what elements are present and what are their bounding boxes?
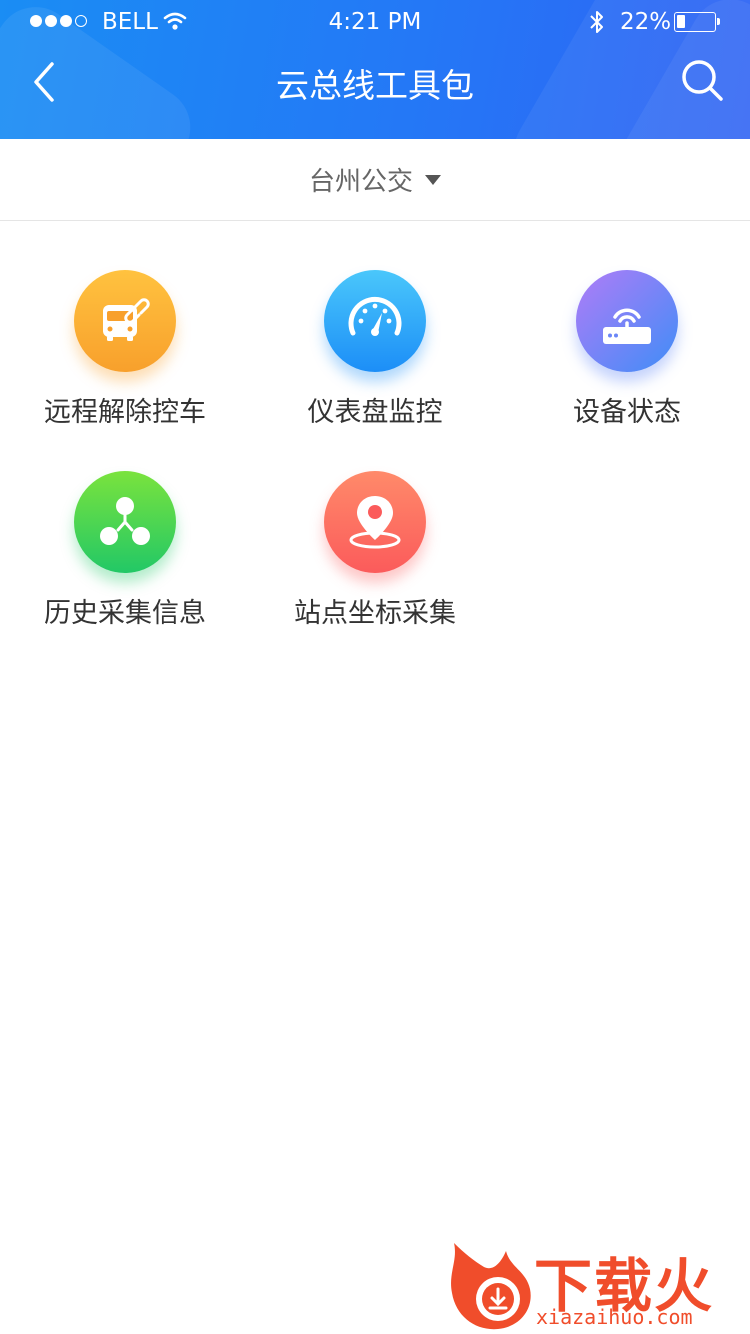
tool-history-collection[interactable]: 历史采集信息 — [0, 471, 250, 671]
speedometer-icon — [324, 270, 426, 372]
app-header: BELL 4:21 PM 22% 云总线工具包 — [0, 0, 750, 139]
tool-label: 仪表盘监控 — [307, 397, 443, 428]
company-selector-value: 台州公交 — [308, 167, 413, 197]
flame-logo-icon — [451, 1243, 531, 1330]
tool-label: 站点坐标采集 — [294, 598, 456, 629]
status-bar: BELL 4:21 PM 22% — [0, 0, 750, 44]
tool-label: 历史采集信息 — [44, 598, 206, 629]
tool-label: 远程解除控车 — [44, 397, 206, 428]
router-icon — [576, 270, 678, 372]
tool-device-status[interactable]: 设备状态 — [502, 270, 750, 470]
page-title: 云总线工具包 — [276, 66, 474, 105]
tool-remote-unlock[interactable]: 远程解除控车 — [0, 270, 250, 470]
battery-tip — [717, 18, 720, 25]
company-selector[interactable]: 台州公交 — [0, 139, 750, 221]
location-pin-icon — [324, 471, 426, 573]
battery-percentage: 22% — [620, 9, 672, 35]
bus-link-icon — [74, 270, 176, 372]
battery-icon — [674, 12, 716, 32]
watermark: 下载火 xiazaihuo.com — [442, 1235, 750, 1334]
tool-dashboard-monitor[interactable]: 仪表盘监控 — [250, 270, 500, 470]
bluetooth-icon — [590, 11, 603, 33]
tool-station-coordinates[interactable]: 站点坐标采集 — [250, 471, 500, 671]
search-icon[interactable] — [678, 56, 726, 104]
cluster-icon — [74, 471, 176, 573]
tool-label: 设备状态 — [573, 397, 681, 428]
battery-fill — [677, 15, 685, 28]
watermark-url: xiazaihuo.com — [536, 1305, 693, 1329]
caret-down-icon — [425, 174, 441, 185]
